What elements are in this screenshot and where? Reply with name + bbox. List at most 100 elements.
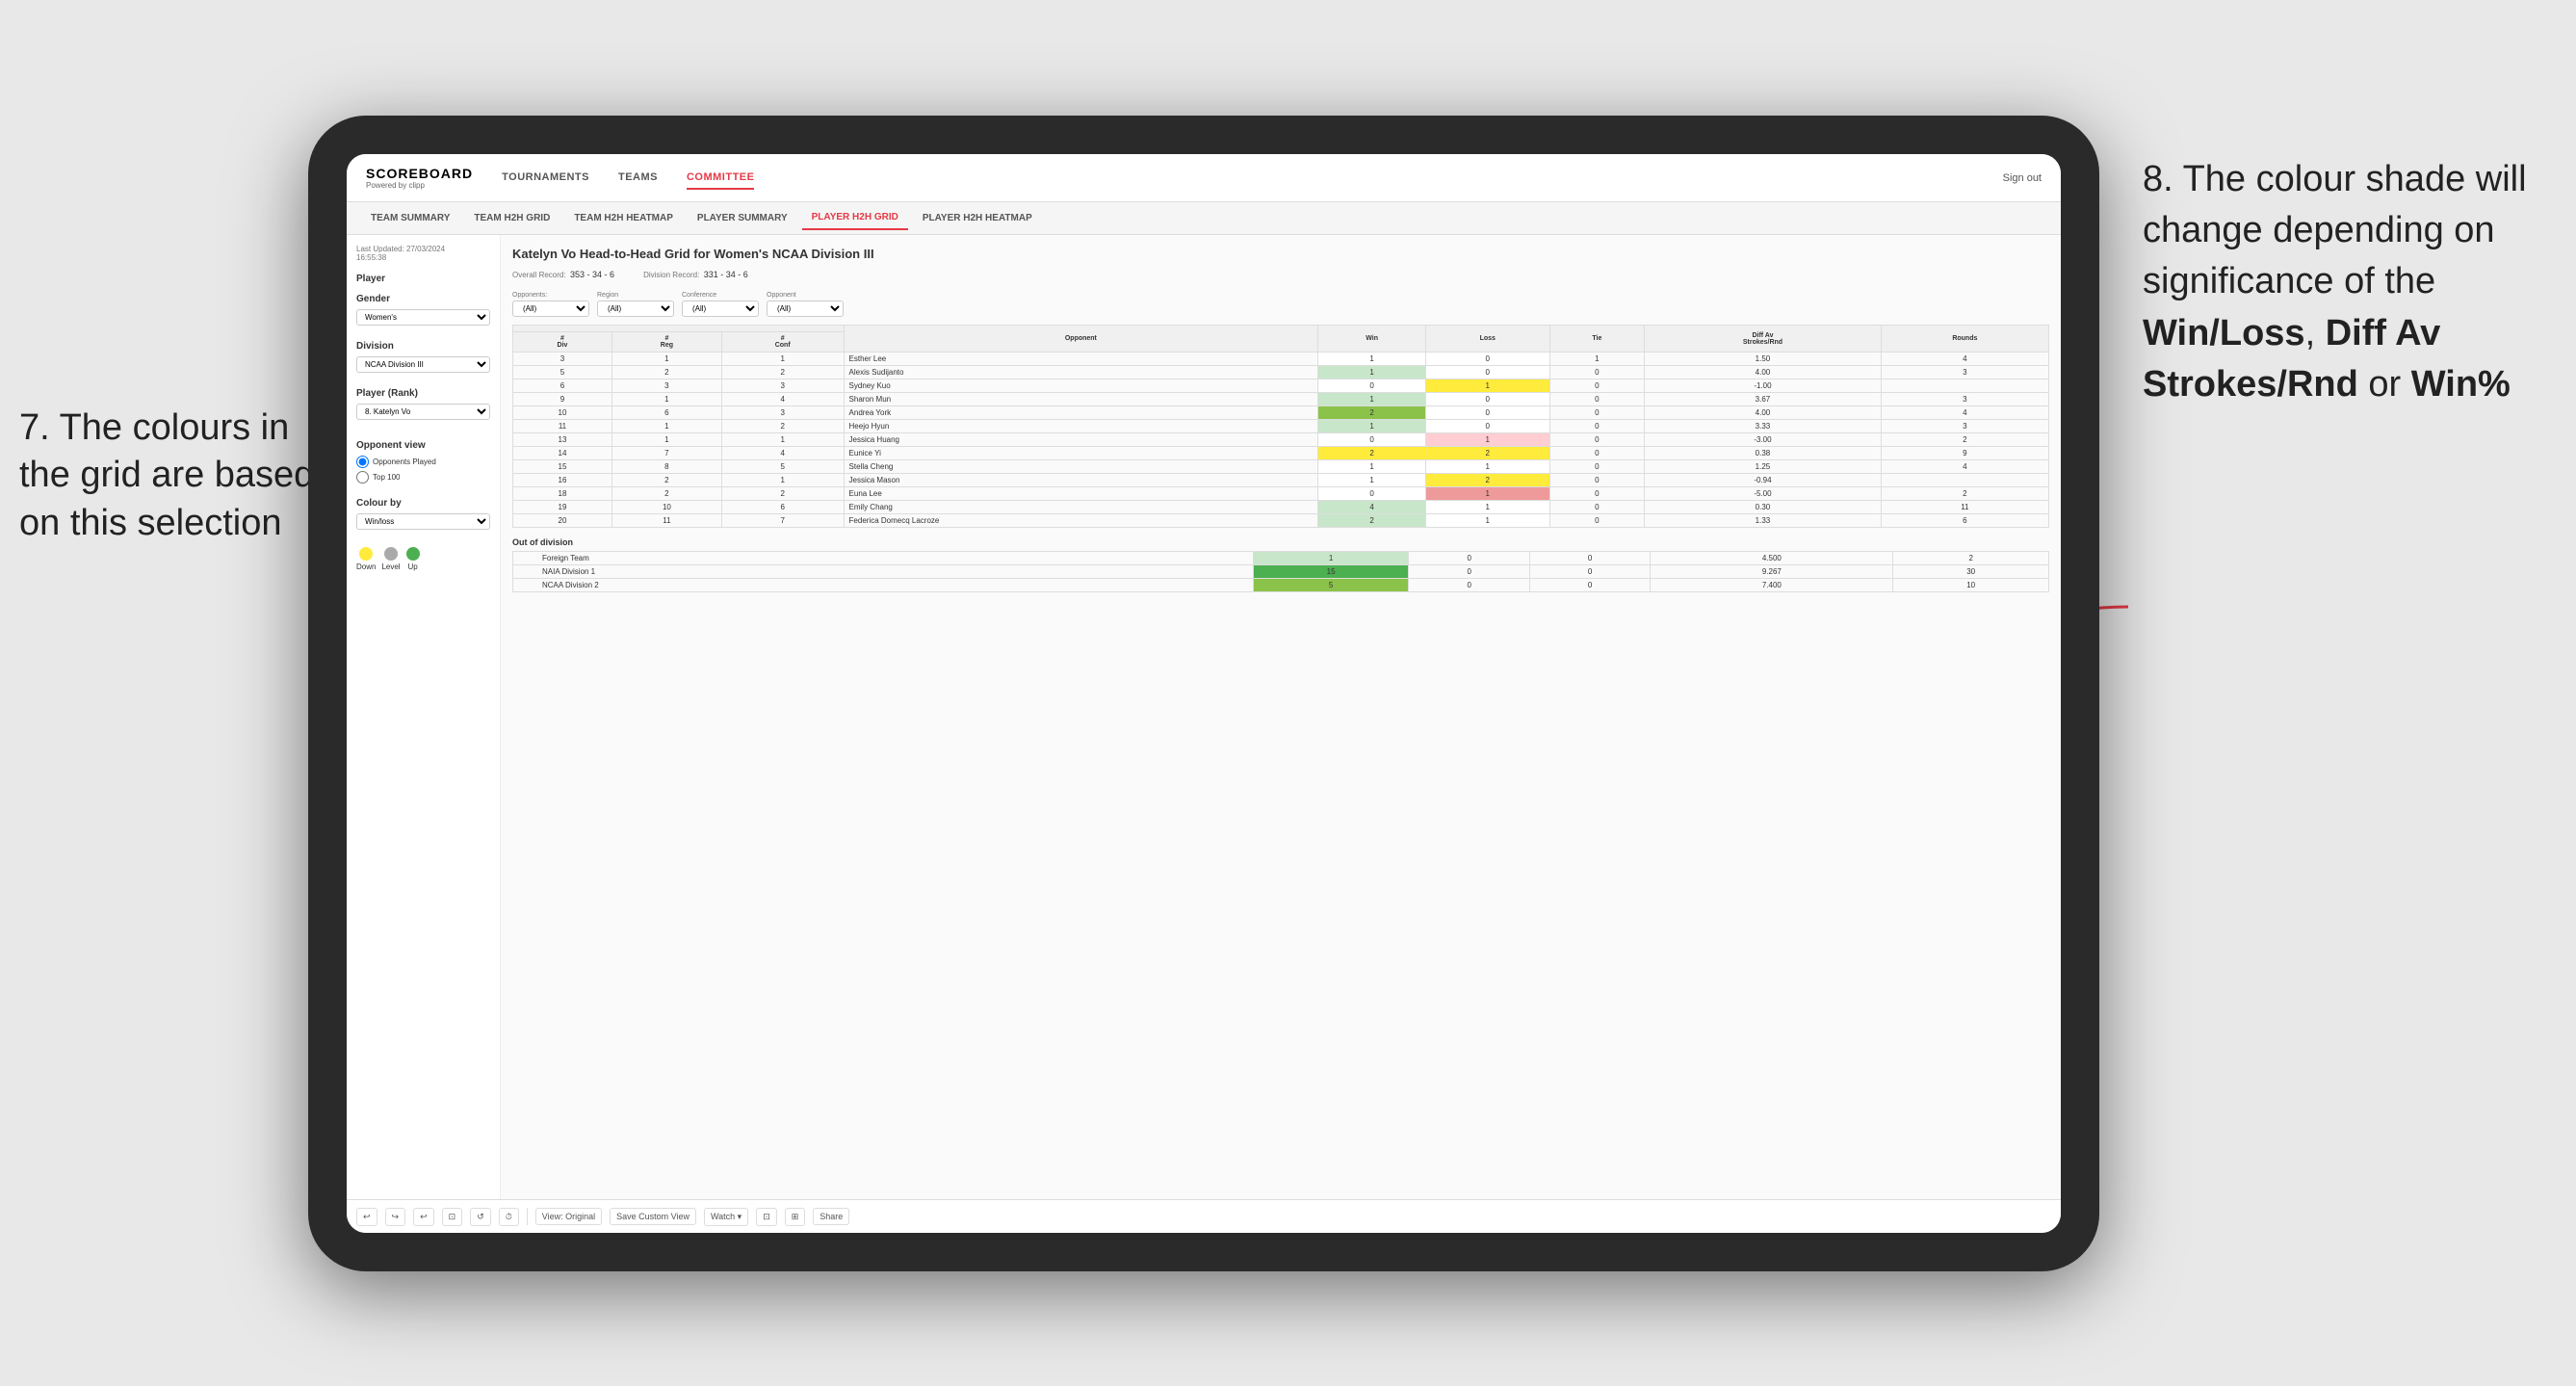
cell-reg: 2 [611,487,721,501]
cell-opponent: Sydney Kuo [844,379,1318,393]
division-record: Division Record: 331 - 34 - 6 [643,265,748,282]
cell-tie: 0 [1549,460,1645,474]
sub-nav-team-h2h-heatmap[interactable]: TEAM H2H HEATMAP [564,207,683,229]
main-table: Opponent Win Loss Tie Diff AvStrokes/Rnd… [512,325,2049,528]
cell-win: 0 [1318,433,1426,447]
division-select[interactable]: NCAA Division III [356,356,490,373]
filter-opponent-group: Opponent (All) [767,292,844,317]
table-row: 14 7 4 Eunice Yi 2 2 0 0.38 9 [513,447,2049,460]
cell-win: 2 [1318,514,1426,528]
annotation-right-bold3: Win% [2411,364,2511,405]
th-division [513,326,845,332]
gender-select[interactable]: Women's [356,309,490,326]
nav-item-tournaments[interactable]: TOURNAMENTS [502,167,589,190]
legend-up: Up [406,547,420,571]
legend-level: Level [381,547,400,571]
toolbar-timer[interactable]: ⏱ [499,1208,519,1226]
cell-conf: 3 [721,379,844,393]
annotation-right-number: 8. [2143,159,2173,199]
cell-conf: 3 [721,406,844,420]
cell-loss: 0 [1426,420,1550,433]
cell-conf: 7 [721,514,844,528]
toolbar-sep [527,1208,528,1225]
toolbar-layout2[interactable]: ⊞ [785,1208,806,1226]
cell-win: 2 [1318,447,1426,460]
filter-region-select[interactable]: (All) [597,301,674,317]
sub-nav-team-summary[interactable]: TEAM SUMMARY [361,207,459,229]
toolbar-undo[interactable]: ↩ [356,1208,377,1226]
toolbar-watch[interactable]: Watch ▾ [704,1208,748,1226]
cell-loss: 1 [1426,460,1550,474]
ood-table: Foreign Team 1 0 0 4.500 2 NAIA Division… [512,551,2049,592]
cell-div: 14 [513,447,612,460]
cell-reg: 10 [611,501,721,514]
filter-conference-select[interactable]: (All) [682,301,759,317]
cell-rounds: 4 [1881,460,2048,474]
sub-nav-player-h2h-grid[interactable]: PLAYER H2H GRID [802,206,908,230]
ood-cell-loss: 0 [1409,565,1529,579]
cell-diff: -1.00 [1645,379,1882,393]
cell-diff: 3.33 [1645,420,1882,433]
filter-opponents-select[interactable]: (All) [512,301,589,317]
cell-opponent: Sharon Mun [844,393,1318,406]
toolbar-view-original[interactable]: View: Original [535,1208,602,1225]
colour-by-select[interactable]: Win/loss [356,513,490,530]
annotation-right: 8. The colour shade will change dependin… [2143,154,2547,410]
sign-out-link[interactable]: Sign out [2003,172,2042,184]
cell-opponent: Heejo Hyun [844,420,1318,433]
ood-cell-tie: 0 [1529,579,1650,592]
logo-area: SCOREBOARD Powered by clipp [366,166,473,190]
cell-div: 15 [513,460,612,474]
ood-cell-win: 15 [1253,565,1409,579]
out-of-division-label: Out of division [512,537,2049,547]
sub-nav-player-summary[interactable]: PLAYER SUMMARY [688,207,797,229]
th-conf: #Conf [721,332,844,353]
cell-opponent: Eunice Yi [844,447,1318,460]
toolbar-redo[interactable]: ↪ [385,1208,406,1226]
toolbar-back[interactable]: ↩ [413,1208,434,1226]
table-row: 20 11 7 Federica Domecq Lacroze 2 1 0 1.… [513,514,2049,528]
toolbar-layout1[interactable]: ⊡ [756,1208,777,1226]
th-div: #Div [513,332,612,353]
cell-conf: 1 [721,474,844,487]
cell-loss: 1 [1426,433,1550,447]
cell-diff: 4.00 [1645,366,1882,379]
radio-top100[interactable]: Top 100 [356,471,490,484]
radio-opponents-played[interactable]: Opponents Played [356,456,490,468]
cell-opponent: Federica Domecq Lacroze [844,514,1318,528]
sub-nav-team-h2h-grid[interactable]: TEAM H2H GRID [464,207,559,229]
cell-div: 10 [513,406,612,420]
cell-conf: 2 [721,487,844,501]
ood-row: NCAA Division 2 5 0 0 7.400 10 [513,579,2049,592]
nav-item-teams[interactable]: TEAMS [618,167,658,190]
toolbar-grid[interactable]: ⊡ [442,1208,463,1226]
toolbar-share[interactable]: Share [813,1208,849,1225]
nav-item-committee[interactable]: COMMITTEE [687,167,755,190]
legend-dot-level [384,547,398,561]
cell-div: 5 [513,366,612,379]
cell-div: 13 [513,433,612,447]
ood-cell-opponent: Foreign Team [513,552,1254,565]
cell-reg: 1 [611,433,721,447]
th-rounds: Rounds [1881,326,2048,353]
cell-rounds: 3 [1881,420,2048,433]
ood-cell-rounds: 30 [1893,565,2049,579]
legend-dot-down [359,547,373,561]
cell-loss: 0 [1426,393,1550,406]
player-rank-select[interactable]: 8. Katelyn Vo [356,404,490,420]
annotation-left-text: The colours in the grid are based on thi… [19,407,314,543]
cell-reg: 1 [611,353,721,366]
cell-tie: 0 [1549,379,1645,393]
cell-tie: 1 [1549,353,1645,366]
cell-diff: -0.94 [1645,474,1882,487]
toolbar-save-custom[interactable]: Save Custom View [610,1208,696,1225]
cell-loss: 0 [1426,366,1550,379]
player-section-title: Player [356,274,490,284]
cell-div: 9 [513,393,612,406]
sub-nav-player-h2h-heatmap[interactable]: PLAYER H2H HEATMAP [913,207,1042,229]
cell-opponent: Euna Lee [844,487,1318,501]
toolbar-refresh[interactable]: ↺ [470,1208,491,1226]
filter-opponent-select[interactable]: (All) [767,301,844,317]
cell-tie: 0 [1549,393,1645,406]
cell-rounds [1881,474,2048,487]
